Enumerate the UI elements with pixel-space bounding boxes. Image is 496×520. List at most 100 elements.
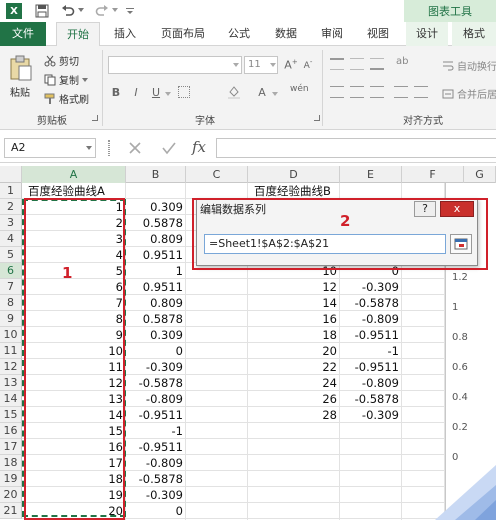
tab-view[interactable]: 视图 [358, 22, 398, 46]
column-header-a[interactable]: A [22, 166, 126, 183]
cell[interactable]: -0.809 [340, 375, 402, 391]
tab-file[interactable]: 文件 [0, 22, 46, 46]
wrap-text-button[interactable]: 自动换行 [442, 58, 496, 73]
phonetic-button[interactable]: wén [290, 84, 309, 94]
cell[interactable]: -0.809 [340, 311, 402, 327]
insert-function-icon[interactable]: fx [192, 138, 206, 156]
row-header[interactable]: 11 [0, 343, 22, 359]
cell[interactable]: 0.5878 [126, 215, 186, 231]
cell[interactable]: 16 [248, 311, 340, 327]
row-header[interactable]: 18 [0, 455, 22, 471]
underline-button[interactable]: U [150, 86, 162, 99]
row-header[interactable]: 19 [0, 471, 22, 487]
customize-toolbar-icon[interactable] [126, 8, 134, 14]
clipboard-launcher-icon[interactable] [92, 115, 98, 121]
shrink-font-button[interactable]: A- [301, 58, 315, 71]
save-icon[interactable] [34, 3, 50, 19]
row-header[interactable]: 5 [0, 247, 22, 263]
fill-color-icon[interactable] [226, 84, 242, 100]
font-color-button[interactable]: A [256, 86, 268, 99]
row-header[interactable]: 9 [0, 311, 22, 327]
row-header[interactable]: 21 [0, 503, 22, 519]
increase-indent-icon[interactable] [414, 86, 428, 98]
column-header-b[interactable]: B [126, 166, 186, 183]
cell[interactable]: 0 [126, 343, 186, 359]
orientation-icon[interactable]: ab [396, 56, 412, 70]
column-header-g[interactable]: G [464, 166, 496, 183]
font-color-dropdown-icon[interactable] [272, 92, 278, 96]
cell[interactable]: 14 [248, 295, 340, 311]
cell[interactable]: -0.309 [126, 487, 186, 503]
column-header-e[interactable]: E [340, 166, 402, 183]
cell[interactable]: 1 [126, 263, 186, 279]
tab-review[interactable]: 审阅 [312, 22, 352, 46]
row-header[interactable]: 15 [0, 407, 22, 423]
grow-font-button[interactable]: A+ [284, 58, 298, 72]
row-header[interactable]: 10 [0, 327, 22, 343]
font-size-dropdown-icon[interactable] [270, 63, 276, 67]
decrease-indent-icon[interactable] [394, 86, 408, 98]
cell[interactable]: 20 [248, 343, 340, 359]
font-name-box[interactable] [108, 56, 242, 74]
cell[interactable]: 22 [248, 359, 340, 375]
cell[interactable]: -0.5878 [340, 295, 402, 311]
cell[interactable]: 12 [248, 279, 340, 295]
cell[interactable]: 百度经验曲线B [248, 183, 340, 199]
row-header[interactable]: 2 [0, 199, 22, 215]
align-right-icon[interactable] [370, 86, 384, 98]
row-header[interactable]: 7 [0, 279, 22, 295]
borders-icon[interactable] [178, 86, 190, 98]
cell[interactable]: -0.309 [126, 359, 186, 375]
format-painter-button[interactable]: 格式刷 [44, 91, 89, 106]
tab-page-layout[interactable]: 页面布局 [152, 22, 214, 46]
formula-bar-grip[interactable] [108, 140, 110, 156]
name-box-dropdown-icon[interactable] [86, 146, 92, 150]
cell[interactable]: -0.5878 [126, 375, 186, 391]
align-left-icon[interactable] [330, 86, 344, 98]
merge-center-button[interactable]: 合并后居中 [442, 86, 496, 101]
row-header[interactable]: 6 [0, 263, 22, 279]
redo-dropdown-icon[interactable] [112, 8, 118, 12]
tab-format[interactable]: 格式 [452, 22, 496, 46]
copy-button[interactable]: 复制 [44, 72, 88, 87]
cell[interactable]: -1 [340, 343, 402, 359]
redo-icon[interactable] [94, 3, 110, 19]
tab-design[interactable]: 设计 [406, 22, 448, 46]
cell[interactable]: -0.5878 [126, 471, 186, 487]
cell[interactable]: 26 [248, 391, 340, 407]
align-top-icon[interactable] [330, 58, 344, 70]
cell[interactable]: -0.309 [340, 407, 402, 423]
cell[interactable]: -1 [126, 423, 186, 439]
paste-icon[interactable] [8, 54, 34, 82]
row-header[interactable]: 4 [0, 231, 22, 247]
row-header[interactable]: 8 [0, 295, 22, 311]
cell[interactable]: 0 [126, 503, 186, 519]
formula-input[interactable] [216, 138, 496, 158]
cell[interactable]: 18 [248, 327, 340, 343]
cell[interactable]: 百度经验曲线A [22, 183, 126, 199]
font-launcher-icon[interactable] [314, 115, 320, 121]
align-middle-icon[interactable] [350, 58, 364, 70]
row-header[interactable]: 3 [0, 215, 22, 231]
cell[interactable]: -0.309 [340, 279, 402, 295]
enter-formula-icon[interactable] [160, 139, 178, 157]
cut-button[interactable]: 剪切 [44, 53, 79, 68]
align-center-icon[interactable] [350, 86, 364, 98]
cell[interactable]: 0.5878 [126, 311, 186, 327]
name-box[interactable]: A2 [4, 138, 96, 158]
tab-data[interactable]: 数据 [266, 22, 306, 46]
cell[interactable]: 0.809 [126, 295, 186, 311]
column-header-f[interactable]: F [402, 166, 464, 183]
column-header-d[interactable]: D [248, 166, 340, 183]
font-name-dropdown-icon[interactable] [233, 63, 239, 67]
cell[interactable]: 28 [248, 407, 340, 423]
cancel-formula-icon[interactable] [126, 139, 144, 157]
row-header[interactable]: 16 [0, 423, 22, 439]
cell[interactable]: -0.809 [126, 391, 186, 407]
cell[interactable]: 0.9511 [126, 247, 186, 263]
cell[interactable]: 24 [248, 375, 340, 391]
cell[interactable]: -0.9511 [126, 407, 186, 423]
row-header[interactable]: 1 [0, 183, 22, 199]
row-header[interactable]: 13 [0, 375, 22, 391]
cell[interactable]: 0.9511 [126, 279, 186, 295]
